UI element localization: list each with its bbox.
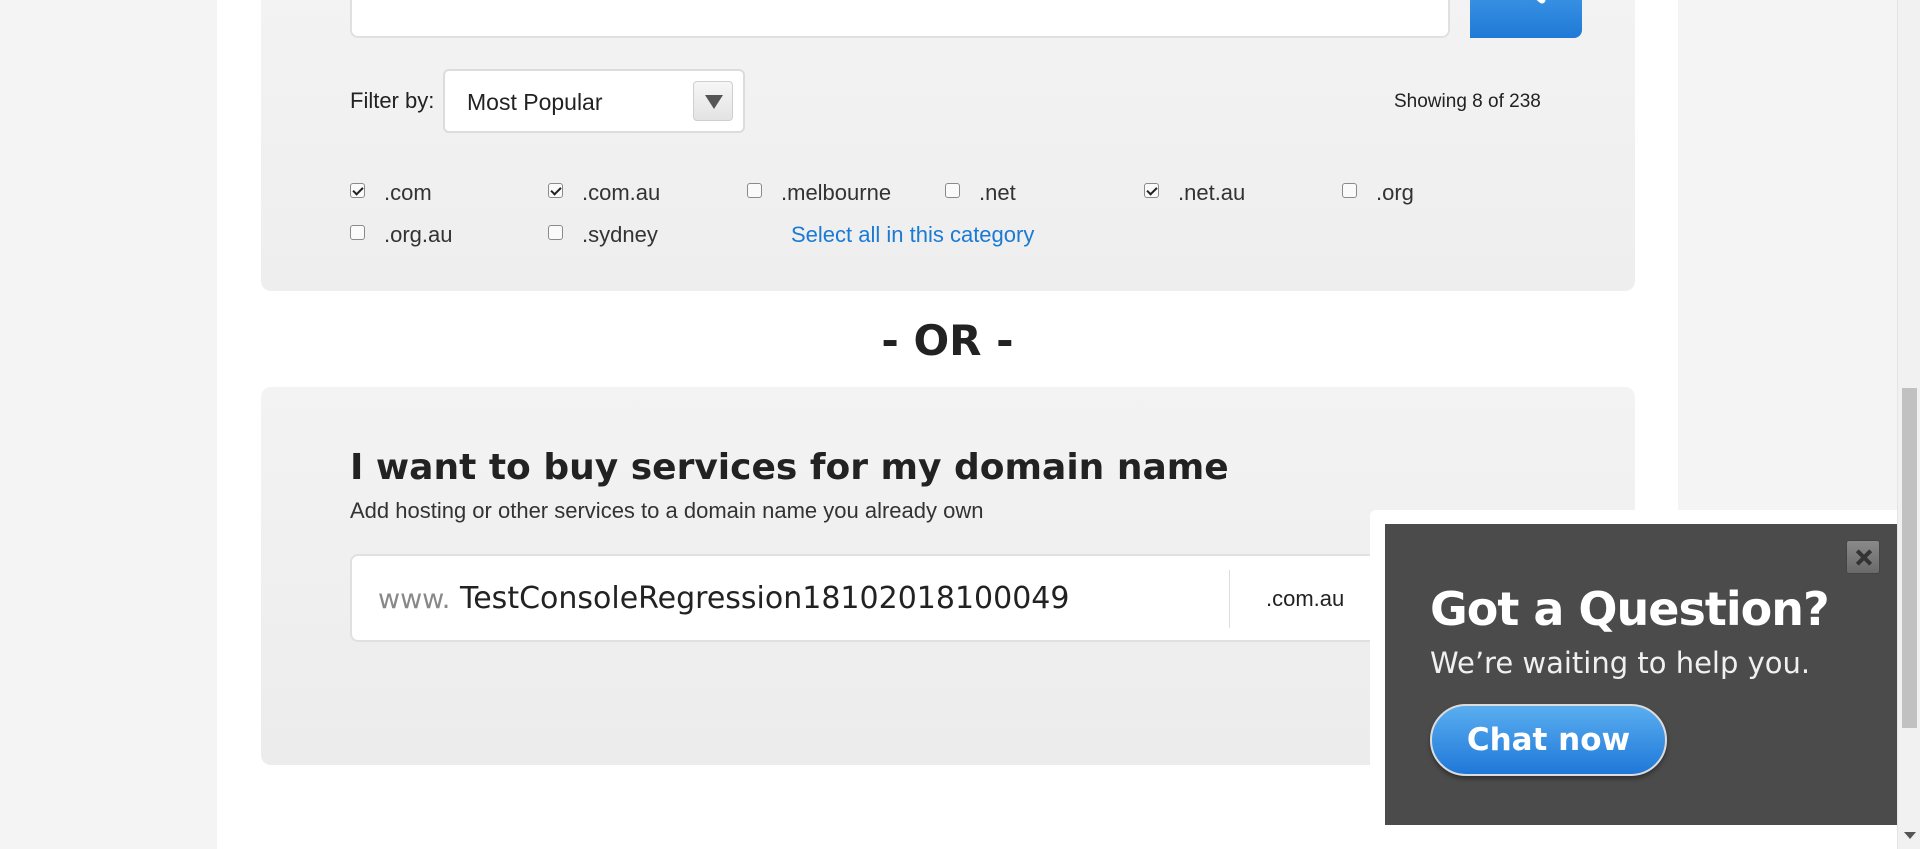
domain-search-panel: Filter by: Most Popular Showing 8 of 238… xyxy=(261,0,1635,291)
tld-label: .com xyxy=(384,180,432,205)
checkbox[interactable] xyxy=(1342,183,1357,198)
domain-search-input[interactable] xyxy=(350,0,1450,38)
field-divider xyxy=(1229,570,1230,628)
chat-subtitle: We’re waiting to help you. xyxy=(1430,646,1811,680)
checkbox[interactable] xyxy=(747,183,762,198)
filter-label: Filter by: xyxy=(350,88,435,113)
checkbox[interactable] xyxy=(945,183,960,198)
filter-select-value: Most Popular xyxy=(467,89,603,115)
chat-panel: Got a Question? We’re waiting to help yo… xyxy=(1385,524,1897,825)
chat-title: Got a Question? xyxy=(1430,582,1830,636)
scrollbar-thumb[interactable] xyxy=(1902,388,1917,728)
scroll-down-arrow-icon[interactable] xyxy=(1904,832,1916,839)
chat-now-button[interactable]: Chat now xyxy=(1430,704,1667,776)
tld-select-value[interactable]: .com.au xyxy=(1266,586,1344,612)
www-prefix: www. xyxy=(378,584,451,615)
checkbox[interactable] xyxy=(548,183,563,198)
tld-label: .org.au xyxy=(384,222,453,247)
checkbox[interactable] xyxy=(548,225,563,240)
or-divider: - OR - xyxy=(881,316,1014,365)
tld-label: .net xyxy=(979,180,1016,205)
vertical-scrollbar[interactable] xyxy=(1897,0,1920,849)
chevron-down-icon[interactable] xyxy=(693,81,733,121)
tld-label: .net.au xyxy=(1178,180,1246,205)
tld-label: .com.au xyxy=(582,180,661,205)
search-button[interactable] xyxy=(1470,0,1582,38)
chat-widget: Got a Question? We’re waiting to help yo… xyxy=(1370,510,1897,849)
domain-name-field[interactable]: www. TestConsoleRegression18102018100049… xyxy=(350,554,1450,642)
search-icon xyxy=(1536,0,1546,4)
domain-name-value[interactable]: TestConsoleRegression18102018100049 xyxy=(460,581,1069,616)
tld-label: .melbourne xyxy=(781,180,892,205)
checkbox[interactable] xyxy=(1144,183,1159,198)
tld-label: .sydney xyxy=(582,222,658,247)
filter-select[interactable]: Most Popular xyxy=(443,69,745,133)
section-subtitle: Add hosting or other services to a domai… xyxy=(350,498,984,523)
results-count: Showing 8 of 238 xyxy=(1394,91,1541,112)
chat-now-label: Chat now xyxy=(1466,722,1631,758)
close-icon[interactable] xyxy=(1846,540,1880,574)
tld-label: .org xyxy=(1376,180,1414,205)
section-title: I want to buy services for my domain nam… xyxy=(350,447,1229,488)
checkbox[interactable] xyxy=(350,183,365,198)
checkbox[interactable] xyxy=(350,225,365,240)
select-all-link[interactable]: Select all in this category xyxy=(791,222,1034,248)
